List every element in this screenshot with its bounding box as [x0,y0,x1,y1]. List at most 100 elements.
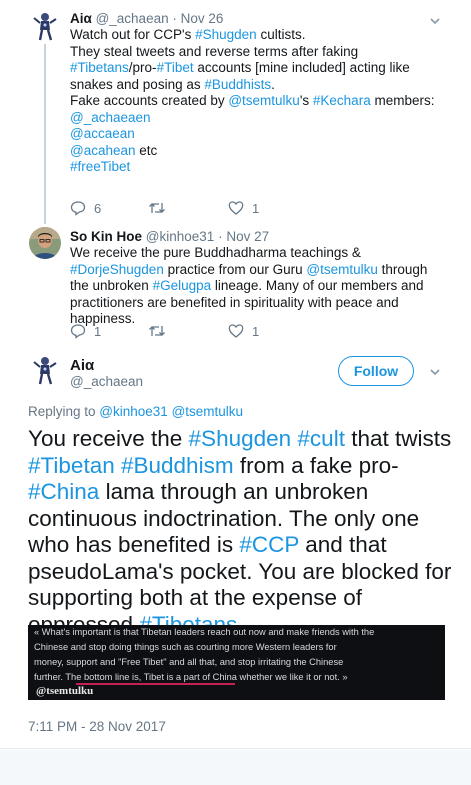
like-button[interactable]: 1 [228,323,262,339]
follow-button[interactable]: Follow [338,356,414,386]
hashtag-link[interactable]: #cult [297,426,345,451]
text-line: #China lama through an unbroken [28,479,458,506]
text-segment: cultists. [256,27,306,42]
tweet-timestamp[interactable]: 7:11 PM - 28 Nov 2017 [28,719,166,734]
text-segment: the unbroken [70,278,153,293]
tweet-actions: 1 1 [70,321,306,341]
text-line: the unbroken #Gelugpa lineage. Many of o… [70,278,462,295]
chevron-down-icon[interactable] [428,365,442,379]
author-handle[interactable]: @_achaean [70,374,143,389]
text-line: @_achaeaen [70,110,462,127]
hashtag-link[interactable]: #Tibetans [70,60,129,75]
text-segment: through [377,261,428,277]
text-segment: continuous indoctrination. The only one [28,505,420,531]
text-line: @accaean [70,126,462,143]
author-name[interactable]: Aiα [70,357,94,374]
text-line: #DorjeShugden practice from our Guru @ts… [70,262,462,279]
reply-count: 6 [94,200,102,216]
tweet-text: Watch out for CCP's #Shugden cultists. Th… [70,27,462,176]
like-button[interactable]: 1 [228,200,262,216]
like-count: 1 [252,323,260,339]
hashtag-link[interactable]: #Buddhists [204,77,271,92]
author-name[interactable]: Aiα [70,11,92,26]
mention-link[interactable]: @tsemtulku [306,262,377,277]
quote-signature: @tsemtulku [36,685,94,697]
mention-link[interactable]: @tsemtulku [172,404,243,419]
tweet-header: So Kin Hoe @kinhoe31 · Nov 27 [70,229,270,244]
text-segment: lama through an unbroken [99,479,369,504]
text-segment: accounts [mine included] acting like [193,60,410,75]
author-handle[interactable]: @kinhoe31 [146,229,215,244]
robot-avatar[interactable] [29,354,61,386]
text-segment: Fake accounts created by [70,93,229,108]
text-segment: members: [370,93,435,108]
author-name[interactable]: So Kin Hoe [70,229,142,244]
text-line: Watch out for CCP's #Shugden cultists. [70,27,462,44]
divider [0,748,471,749]
tweet-time[interactable]: Nov 27 [226,229,269,244]
like-count: 1 [252,200,260,216]
quote-image[interactable]: « What's important is that Tibetan leade… [28,625,445,700]
mention-link[interactable]: @tsemtulku [228,93,299,108]
mention-link[interactable]: @_achaeaen [70,110,151,125]
text-segment: . [271,76,275,92]
hashtag-link[interactable]: #China [28,479,99,504]
text-segment: and that [299,532,387,557]
text-segment: /pro- [128,60,157,75]
retweet-button[interactable] [148,323,184,339]
mention-link[interactable]: @accaean [70,126,135,141]
author-handle[interactable]: @_achaean [96,11,169,26]
reply-button[interactable]: 1 [70,323,104,339]
hashtag-link[interactable]: #freeTibet [70,159,130,174]
text-segment: They steal tweets and reverse terms afte… [70,43,359,59]
tweet-text: You receive the #Shugden #cult that twis… [28,426,458,638]
text-line: continuous indoctrination. The only one [28,506,458,533]
hashtag-link[interactable]: #Gelugpa [153,278,212,293]
hashtag-link[interactable]: #Tibetan [28,453,115,478]
hashtag-link[interactable]: #Kechara [313,93,371,108]
text-line: #freeTibet [70,159,462,176]
footer-bar [0,750,471,785]
like-icon [228,324,244,338]
retweet-button[interactable] [148,200,184,216]
hashtag-link[interactable]: #Shugden [195,27,257,42]
hashtag-link[interactable]: #DorjeShugden [70,262,164,277]
like-icon [228,201,244,215]
mention-link[interactable]: @kinhoe31 [99,404,168,419]
text-segment: practitioners are benefited in spiritual… [70,294,399,310]
text-segment: from a fake pro- [233,452,399,478]
text-line: #Tibetan #Buddhism from a fake pro- [28,453,458,480]
text-line: pseudoLama's pocket. You are blocked for [28,559,458,586]
reply-icon [70,201,86,216]
text-line: who has benefited is #CCP and that [28,532,458,559]
text-segment: that twists [344,426,452,451]
person-avatar[interactable] [29,227,61,259]
text-segment: snakes and posing as [70,76,205,92]
text-segment: practice from our Guru [163,261,307,277]
reply-icon [70,324,86,339]
text-line: #Tibetans/pro-#Tibet accounts [mine incl… [70,60,462,77]
robot-avatar[interactable] [29,10,61,42]
text-segment: Replying to [28,404,100,419]
hashtag-link[interactable]: #Shugden [189,426,292,451]
text-segment: We receive the pure Buddhadharma teachin… [70,245,361,260]
text-line: supporting both at the expense of [28,585,458,612]
chevron-down-icon[interactable] [428,14,442,28]
text-line: snakes and posing as #Buddhists. [70,77,462,94]
text-line: Fake accounts created by @tsemtulku's #K… [70,93,462,110]
retweet-icon [149,203,165,213]
text-line: They steal tweets and reverse terms afte… [70,44,462,61]
tweet-header: Aiα @_achaean · Nov 26 [70,11,224,26]
tweet-time[interactable]: Nov 26 [181,11,224,26]
text-line: @acahean etc [70,143,462,160]
hashtag-link[interactable]: #CCP [239,532,299,557]
text-segment: 's [299,93,313,108]
hashtag-link[interactable]: #Tibet [157,60,194,75]
text-segment: etc [135,142,158,158]
text-segment: who has benefited is [28,532,240,557]
hashtag-link[interactable]: #Buddhism [121,453,234,478]
reply-button[interactable]: 6 [70,200,104,216]
text-segment: pseudoLama's pocket. You are blocked for [28,558,452,584]
mention-link[interactable]: @acahean [70,143,136,158]
text-segment: supporting both at the expense of [28,585,362,610]
